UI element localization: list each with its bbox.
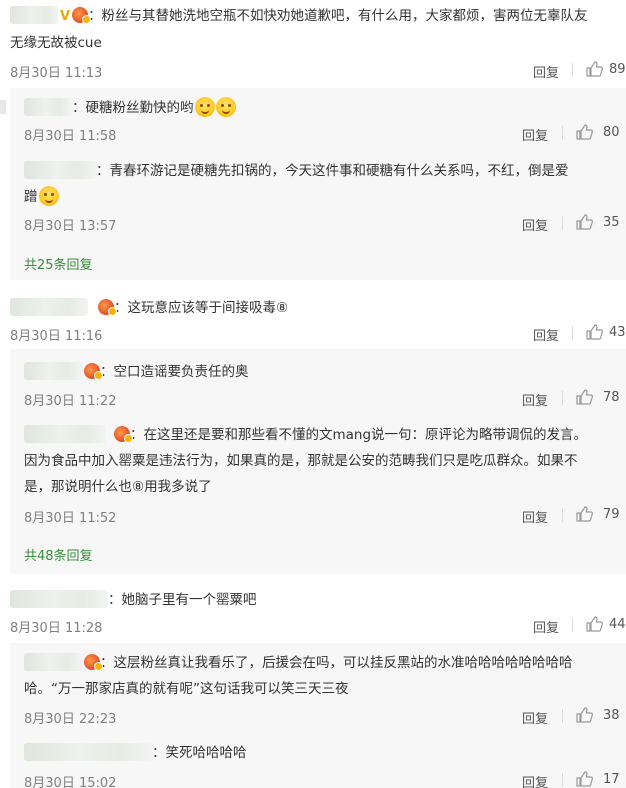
timestamp: 8月30日 11:58 [24,129,117,144]
reply-button[interactable]: 回复 [522,708,548,727]
like-count: 80 [603,125,620,140]
timestamp: 8月30日 11:16 [10,329,103,344]
reply-button[interactable]: 回复 [533,62,559,81]
reply-text: ：青春环游记是硬糖先扣锅的，今天这件事和硬糖有什么关系吗，不红，倒是爱 [24,158,569,184]
timestamp: 8月30日 11:52 [24,511,117,526]
username-blurred[interactable] [24,653,82,671]
timestamp: 8月30日 15:02 [24,776,117,788]
comment-meta: 8月30日 11:28 回复 44 [0,615,626,637]
like-count: 43 [609,325,626,340]
comment-line-1: ：粉丝与其替她洗地空瓶不如快劝她道歉吧，有什么用，大家都烦，害两位无辜队友 [88,8,588,24]
thumbs-up-icon[interactable] [575,505,593,523]
reply-text: ：笑死哈哈哈哈 [24,740,247,766]
comment-text: ：这玩意应该等于间接吸毒⑧ [10,295,288,321]
reply-line-2: 因为食品中加入罂粟是违法行为，如果真的是，那就是公安的范畴我们只是吃瓜群众。如果… [24,453,578,469]
like-count: 17 [603,772,620,787]
timestamp: 8月30日 11:28 [10,621,103,636]
reply-line-1: ：在这里还是要和那些看不懂的文mang说一句：原评论为略带调侃的发言。 [130,427,588,443]
reply-meta: 8月30日 11:58 回复 80 [10,123,626,145]
like-count: 78 [603,390,620,405]
username-blurred[interactable] [24,362,82,380]
reply-text: ：这层粉丝真让我看乐了，后援会在吗，可以挂反黑站的水准哈哈哈哈哈哈哈哈 [24,650,573,676]
timestamp: 8月30日 13:57 [24,219,117,234]
reply-line-2: 哈。“万一那家店真的就有呢”这句话我可以笑三天三夜 [24,681,349,697]
reply-meta: 8月30日 11:52 回复 79 [10,505,626,527]
comment-text: V ：粉丝与其替她洗地空瓶不如快劝她道歉吧，有什么用，大家都烦，害两位无辜队友 [10,3,626,30]
comment-content: ：她脑子里有一个罂粟吧 [108,592,257,608]
username-blurred[interactable] [24,161,96,179]
comment-meta: 8月30日 11:13 回复 89 [0,60,626,82]
vip-badge-icon [72,7,92,24]
smile-emoji-icon [38,186,59,206]
reply-line-1: ：青春环游记是硬糖先扣锅的，今天这件事和硬糖有什么关系吗，不红，倒是爱 [96,163,569,179]
thumbs-up-icon[interactable] [575,706,593,724]
like-count: 79 [603,507,620,522]
vip-badge-icon [84,654,103,671]
comment-1: V ：粉丝与其替她洗地空瓶不如快劝她道歉吧，有什么用，大家都烦，害两位无辜队友 无… [0,0,626,90]
reply-content: ：笑死哈哈哈哈 [152,745,247,761]
reply-text: ：在这里还是要和那些看不懂的文mang说一句：原评论为略带调侃的发言。 [24,422,587,448]
like-count: 89 [609,62,626,77]
view-more-replies-link[interactable]: 共48条回复 [24,545,93,564]
thumbs-up-icon[interactable] [585,323,603,341]
comment-meta: 8月30日 11:16 回复 43 [0,323,626,345]
reply-thread-3: ：这层粉丝真让我看乐了，后援会在吗，可以挂反黑站的水准哈哈哈哈哈哈哈哈 哈。“万… [10,643,626,788]
like-count: 44 [609,617,626,632]
reply-text: ：硬糖粉丝勤快的哟 [24,95,236,121]
reply-text: ：空口造谣要负责任的奥 [24,359,249,385]
comment-line-2: 无缘无故被cue [10,35,102,51]
reply-button[interactable]: 回复 [533,325,559,344]
thumbs-up-icon[interactable] [575,213,593,231]
username-blurred[interactable] [10,298,88,316]
thumbs-up-icon[interactable] [585,60,603,78]
vip-badge-icon [98,299,117,316]
comment-text: ：她脑子里有一个罂粟吧 [10,587,257,613]
comment-2: ：这玩意应该等于间接吸毒⑧ 8月30日 11:16 回复 43 [0,293,626,345]
vip-badge-icon [84,363,103,380]
thumbs-up-icon[interactable] [575,123,593,141]
username-blurred[interactable] [24,98,72,116]
comment-content: ：这玩意应该等于间接吸毒⑧ [114,300,289,316]
reply-content: ：空口造谣要负责任的奥 [100,364,249,380]
view-more-replies-link[interactable]: 共25条回复 [24,254,93,273]
thumbs-up-icon[interactable] [575,388,593,406]
reply-meta: 8月30日 22:23 回复 38 [10,706,626,728]
reply-button[interactable]: 回复 [522,507,548,526]
reply-button[interactable]: 回复 [522,390,548,409]
smile-emoji-icon [215,97,236,117]
vip-badge-icon [114,426,133,443]
reply-line-1: ：这层粉丝真让我看乐了，后援会在吗，可以挂反黑站的水准哈哈哈哈哈哈哈哈 [100,655,573,671]
thumbs-up-icon[interactable] [575,770,593,788]
reply-meta: 8月30日 13:57 回复 35 [10,213,626,235]
username-blurred[interactable] [24,425,106,443]
like-count: 35 [603,215,620,230]
smile-emoji-icon [194,97,215,117]
reply-button[interactable]: 回复 [533,617,559,636]
verified-mark: V [60,9,71,24]
like-count: 38 [603,708,620,723]
timestamp: 8月30日 11:22 [24,394,117,409]
reply-content: ：硬糖粉丝勤快的哟 [72,100,194,116]
reply-button[interactable]: 回复 [522,772,548,788]
reply-thread-1: ：硬糖粉丝勤快的哟 8月30日 11:58 回复 80 ：青春环游记是硬糖先扣锅… [10,88,626,280]
reply-button[interactable]: 回复 [522,215,548,234]
username-blurred[interactable] [10,590,108,608]
reply-button[interactable]: 回复 [522,125,548,144]
comment-3: ：她脑子里有一个罂粟吧 8月30日 11:28 回复 44 [0,585,626,637]
reply-meta: 8月30日 15:02 回复 17 [10,770,626,788]
timestamp: 8月30日 11:13 [10,66,103,81]
username-blurred[interactable] [10,6,58,24]
thumbs-up-icon[interactable] [585,615,603,633]
reply-thread-2: ：空口造谣要负责任的奥 8月30日 11:22 回复 78 ：在这里还是要和那些… [10,349,626,574]
reply-line-3: 是，那说明什么也⑧用我多说了 [24,479,212,495]
username-blurred[interactable] [24,743,152,761]
reply-line-2-text: 蹭 [24,189,38,205]
timestamp: 8月30日 22:23 [24,712,117,727]
reply-meta: 8月30日 11:22 回复 78 [10,388,626,410]
reply-line-2: 蹭 [24,184,59,210]
